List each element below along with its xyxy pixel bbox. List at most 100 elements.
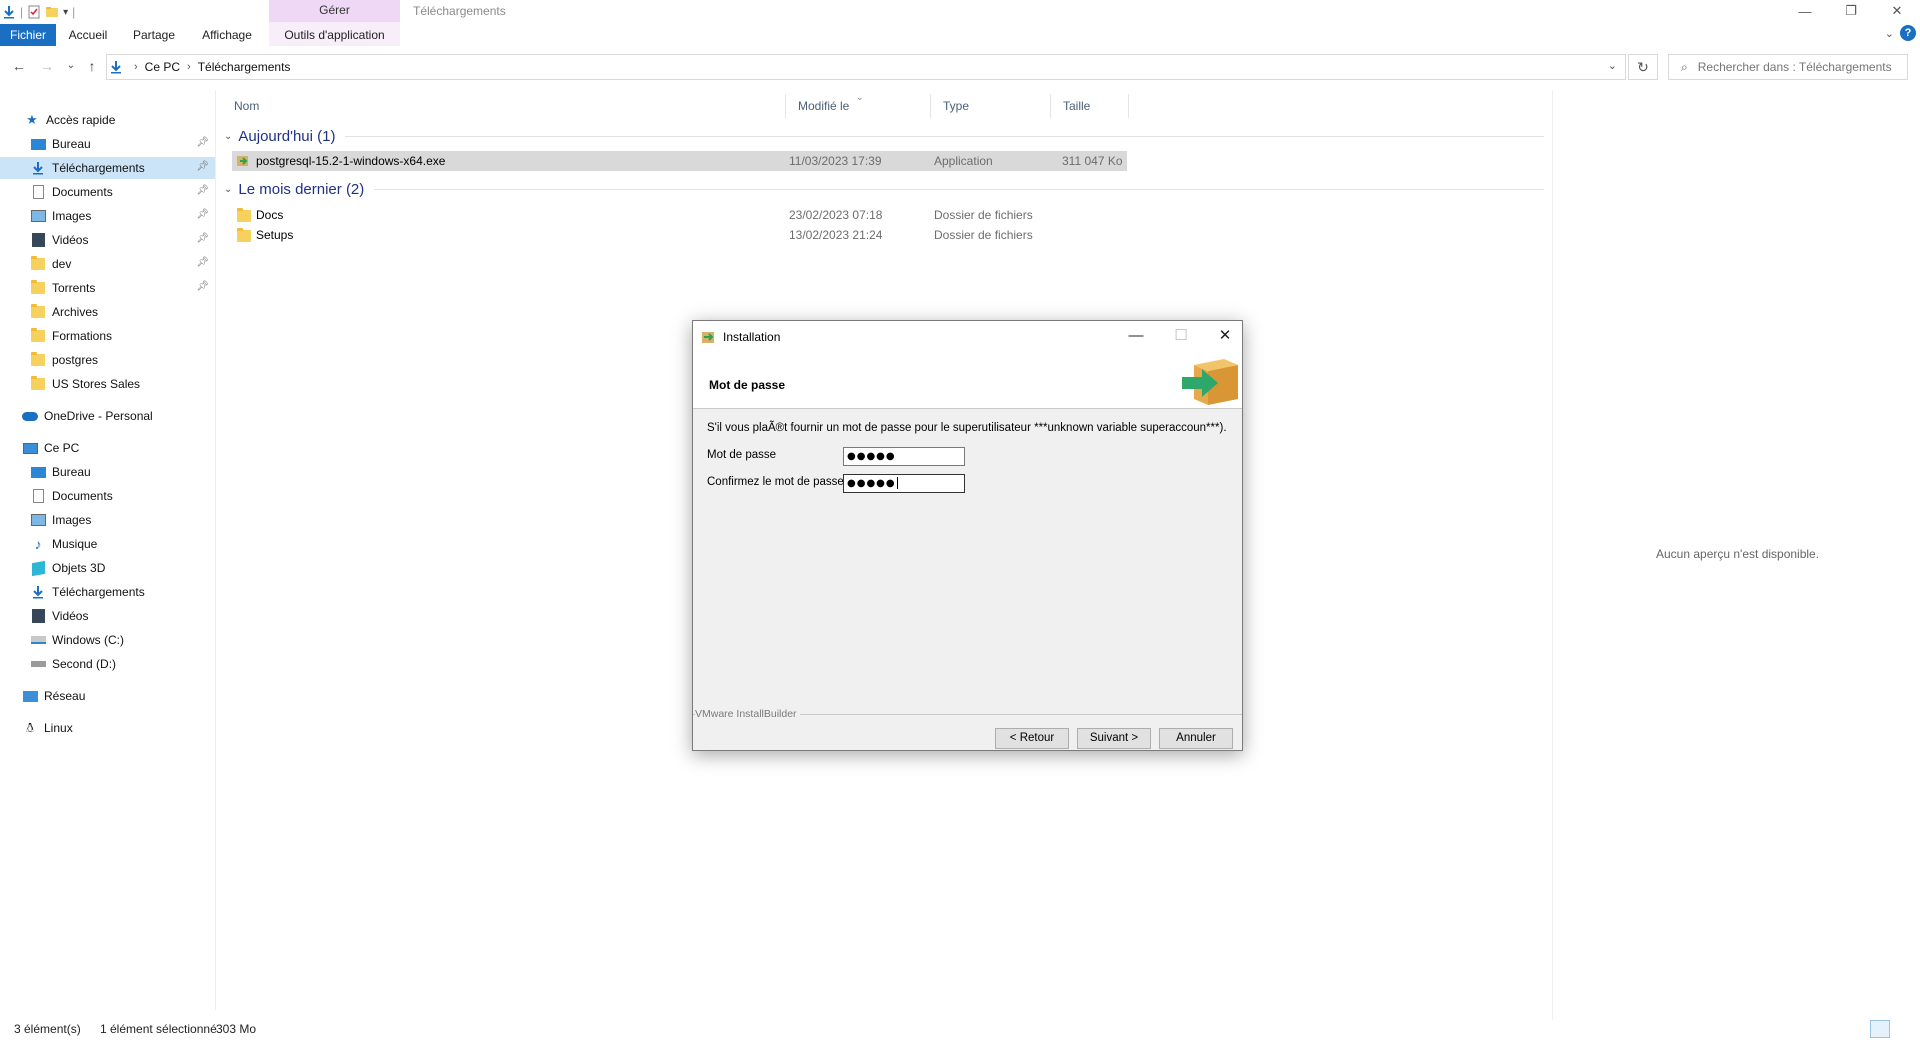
address-dropdown-icon[interactable]: ⌄ bbox=[1608, 59, 1617, 72]
pin-icon[interactable]: 📌︎ bbox=[196, 137, 209, 148]
pictures-icon bbox=[30, 512, 46, 528]
chevron-down-icon[interactable]: ⌄ bbox=[224, 131, 232, 142]
group-divider bbox=[374, 188, 1544, 190]
nav-pc-musique[interactable]: ♪ Musique bbox=[0, 533, 215, 555]
nav-torrents[interactable]: Torrents 📌︎ bbox=[0, 277, 215, 299]
properties-icon[interactable] bbox=[27, 5, 41, 19]
nav-archives[interactable]: Archives bbox=[0, 301, 215, 323]
password-field[interactable]: ●●●●● bbox=[843, 447, 965, 466]
qat-dropdown-icon[interactable]: ▾ bbox=[63, 7, 68, 18]
column-header-modified[interactable]: Modifié le ⌄ bbox=[786, 92, 931, 118]
linux-penguin-icon: 🐧︎ bbox=[25, 719, 34, 735]
back-button[interactable]: < Retour bbox=[995, 728, 1069, 749]
pin-icon[interactable]: 📌︎ bbox=[196, 233, 209, 244]
restore-icon[interactable]: ❐ bbox=[1828, 0, 1874, 22]
column-header-type[interactable]: Type bbox=[931, 94, 1051, 118]
navigation-pane: ★ Accès rapide Bureau 📌︎ Téléchargements 📌… bbox=[0, 100, 215, 1020]
nav-postgres[interactable]: postgres bbox=[0, 349, 215, 371]
nav-drive-c[interactable]: Windows (C:) bbox=[0, 629, 215, 651]
nav-us-stores-sales[interactable]: US Stores Sales bbox=[0, 373, 215, 395]
file-row-setups[interactable]: Setups 13/02/2023 21:24 Dossier de fichi… bbox=[232, 225, 1127, 245]
nav-onedrive[interactable]: OneDrive - Personal bbox=[0, 405, 215, 427]
tab-fichier[interactable]: Fichier bbox=[0, 24, 56, 46]
file-row-postgresql[interactable]: postgresql-15.2-1-windows-x64.exe 11/03/… bbox=[232, 151, 1127, 171]
pane-splitter[interactable] bbox=[215, 90, 216, 1010]
nav-linux[interactable]: 🐧︎ Linux bbox=[0, 717, 215, 739]
confirm-password-field[interactable]: ●●●●● bbox=[843, 474, 965, 493]
tab-partage[interactable]: Partage bbox=[128, 24, 180, 46]
breadcrumb-ce-pc[interactable]: Ce PC bbox=[145, 60, 180, 74]
tab-outils-application[interactable]: Outils d'application bbox=[269, 24, 400, 46]
dialog-heading: Mot de passe bbox=[709, 378, 786, 392]
nav-pc-objets-3d[interactable]: Objets 3D bbox=[0, 557, 215, 579]
folder-icon bbox=[237, 208, 251, 222]
ribbon-right-controls: ⌄ ? bbox=[1885, 25, 1916, 41]
downloads-icon bbox=[111, 61, 121, 74]
address-bar[interactable]: › Ce PC › Téléchargements ⌄ bbox=[106, 54, 1626, 80]
nav-formations[interactable]: Formations bbox=[0, 325, 215, 347]
dialog-close-icon[interactable]: ✕ bbox=[1211, 325, 1239, 347]
nav-dev[interactable]: dev 📌︎ bbox=[0, 253, 215, 275]
installer-brand: VMware InstallBuilder bbox=[695, 708, 800, 720]
pin-icon[interactable]: 📌︎ bbox=[196, 209, 209, 220]
nav-ce-pc[interactable]: Ce PC bbox=[0, 437, 215, 459]
download-arrow-icon[interactable] bbox=[2, 5, 16, 19]
large-icons-view-icon[interactable] bbox=[1894, 1020, 1914, 1038]
tab-affichage[interactable]: Affichage bbox=[196, 24, 258, 46]
file-name: Docs bbox=[256, 208, 284, 222]
expand-ribbon-icon[interactable]: ⌄ bbox=[1885, 27, 1894, 40]
breadcrumb-separator[interactable]: › bbox=[134, 61, 138, 73]
file-modified: 23/02/2023 07:18 bbox=[789, 208, 883, 222]
file-row-docs[interactable]: Docs 23/02/2023 07:18 Dossier de fichier… bbox=[232, 205, 1127, 225]
breadcrumb-separator[interactable]: › bbox=[187, 61, 191, 73]
pin-icon[interactable]: 📌︎ bbox=[196, 281, 209, 292]
group-header-today[interactable]: ⌄ Aujourd'hui (1) bbox=[222, 125, 1552, 147]
recent-locations-icon[interactable]: ⌄ bbox=[61, 56, 81, 76]
nav-videos[interactable]: Vidéos 📌︎ bbox=[0, 229, 215, 251]
breadcrumb-telechargements[interactable]: Téléchargements bbox=[198, 60, 291, 74]
nav-pc-telechargements[interactable]: Téléchargements bbox=[0, 581, 215, 603]
forward-arrow-icon[interactable]: → bbox=[37, 56, 57, 76]
qat-separator: | bbox=[20, 5, 24, 19]
pin-icon[interactable]: 📌︎ bbox=[196, 257, 209, 268]
nav-pc-bureau[interactable]: Bureau bbox=[0, 461, 215, 483]
help-icon[interactable]: ? bbox=[1900, 25, 1916, 41]
nav-documents[interactable]: Documents 📌︎ bbox=[0, 181, 215, 203]
up-arrow-icon[interactable]: ↑ bbox=[82, 56, 102, 76]
refresh-icon[interactable]: ↻ bbox=[1628, 54, 1658, 80]
minimize-icon[interactable]: — bbox=[1782, 0, 1828, 22]
search-input[interactable] bbox=[1697, 60, 1898, 74]
preview-pane-splitter[interactable] bbox=[1552, 90, 1553, 1020]
pin-icon[interactable]: 📌︎ bbox=[196, 161, 209, 172]
video-icon bbox=[30, 608, 46, 624]
nav-quick-access[interactable]: ★ Accès rapide bbox=[0, 109, 215, 131]
nav-drive-d[interactable]: Second (D:) bbox=[0, 653, 215, 675]
back-arrow-icon[interactable]: ← bbox=[9, 56, 29, 76]
context-group-header: Gérer bbox=[269, 0, 400, 22]
close-icon[interactable]: ✕ bbox=[1874, 0, 1920, 22]
dialog-minimize-icon[interactable]: — bbox=[1122, 325, 1150, 347]
new-folder-icon[interactable] bbox=[45, 5, 59, 19]
nav-pc-videos[interactable]: Vidéos bbox=[0, 605, 215, 627]
cancel-button[interactable]: Annuler bbox=[1159, 728, 1233, 749]
search-box[interactable]: ⌕ bbox=[1668, 54, 1908, 80]
navigation-bar: ← → ⌄ ↑ › Ce PC › Téléchargements ⌄ ↻ ⌕ bbox=[0, 50, 1920, 82]
nav-pc-images[interactable]: Images bbox=[0, 509, 215, 531]
search-icon: ⌕ bbox=[1681, 59, 1688, 74]
file-modified: 13/02/2023 21:24 bbox=[789, 228, 883, 242]
column-header-size[interactable]: Taille bbox=[1051, 94, 1129, 118]
chevron-down-icon[interactable]: ⌄ bbox=[224, 184, 232, 195]
pin-icon[interactable]: 📌︎ bbox=[196, 185, 209, 196]
nav-images[interactable]: Images 📌︎ bbox=[0, 205, 215, 227]
nav-bureau[interactable]: Bureau 📌︎ bbox=[0, 133, 215, 155]
nav-pc-documents[interactable]: Documents bbox=[0, 485, 215, 507]
column-header-name[interactable]: Nom bbox=[222, 94, 786, 118]
details-view-icon[interactable] bbox=[1870, 1020, 1890, 1038]
document-icon bbox=[30, 184, 46, 200]
selection-count: 1 élément sélectionné bbox=[100, 1022, 217, 1036]
tab-accueil[interactable]: Accueil bbox=[64, 24, 112, 46]
nav-reseau[interactable]: Réseau bbox=[0, 685, 215, 707]
nav-telechargements[interactable]: Téléchargements 📌︎ bbox=[0, 157, 215, 179]
next-button[interactable]: Suivant > bbox=[1077, 728, 1151, 749]
group-header-last-month[interactable]: ⌄ Le mois dernier (2) bbox=[222, 178, 1552, 200]
